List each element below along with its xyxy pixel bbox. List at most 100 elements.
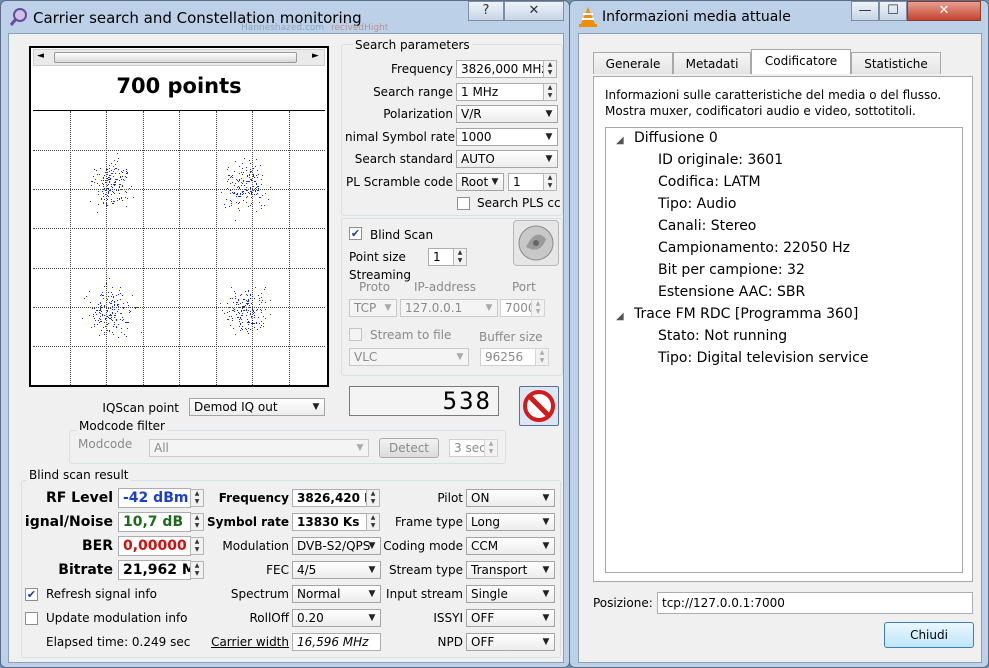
constellation-point (105, 190, 107, 192)
minimize-button[interactable]: — (851, 1, 879, 21)
media-close-button[interactable]: ✕ (907, 1, 981, 21)
search-range-spinner[interactable]: ▲ ▼ (543, 83, 557, 101)
constellation-point (110, 175, 112, 177)
update-modulation-checkbox[interactable] (25, 612, 38, 625)
search-pls-checkbox[interactable] (457, 197, 470, 210)
constellation-point (113, 192, 115, 194)
coding-mode-select[interactable]: CCM ▼ (466, 537, 555, 555)
stream-to-file-checkbox[interactable] (349, 328, 362, 341)
constellation-point (247, 289, 249, 291)
coding-mode-label: Coding mode (383, 539, 463, 553)
help-button[interactable]: ? (468, 1, 504, 21)
constellation-point (246, 190, 248, 191)
frequency-input[interactable]: 3826,000 MHz (456, 60, 544, 78)
tree-stream1[interactable]: Trace FM RDC [Programma 360] (634, 306, 858, 322)
proto-select[interactable]: TCP ▼ (349, 299, 397, 317)
constellation-point (101, 199, 103, 201)
tab-generale[interactable]: Generale (593, 52, 673, 74)
constellation-point (104, 305, 106, 307)
pl-code-input[interactable]: 1 (508, 173, 544, 191)
chiudi-button[interactable]: Chiudi (884, 622, 974, 648)
tab-metadati[interactable]: Metadati (673, 52, 751, 74)
player-select[interactable]: VLC ▼ (349, 348, 469, 366)
constellation-point (119, 299, 121, 301)
bitrate-value: 21,962 M (118, 560, 191, 580)
search-range-input[interactable]: 1 MHz (456, 83, 544, 101)
modcode-select[interactable]: All ▼ (149, 439, 369, 457)
constellation-point (237, 202, 239, 204)
constellation-point (220, 191, 222, 193)
grid-line (33, 228, 325, 230)
tree-item: Bit per campione: 32 (658, 262, 805, 278)
buffer-size-spinner[interactable]: ▲ ▼ (535, 348, 549, 366)
stop-button[interactable] (519, 386, 559, 426)
pl-mode-select[interactable]: Root ▼ (456, 173, 504, 191)
search-standard-select[interactable]: AUTO ▼ (456, 150, 558, 168)
buffer-size-input[interactable]: 96256 (480, 348, 536, 366)
constellation-scrollbar[interactable]: ◄ ► (33, 49, 325, 66)
satellite-dish-icon[interactable] (513, 220, 559, 266)
detect-button[interactable]: Detect (379, 438, 439, 458)
constellation-point (106, 316, 108, 318)
constellation-point (250, 298, 252, 300)
fec-select[interactable]: 4/5 ▼ (292, 561, 381, 579)
symbol-rate-select[interactable]: 1000 ▼ (456, 128, 558, 146)
rolloff-value: 0.20 (297, 611, 324, 625)
stream-type-select[interactable]: Transport ▼ (466, 561, 555, 579)
chevron-down-icon: ▼ (368, 565, 376, 575)
detect-seconds-spinner[interactable]: ▲ ▼ (484, 439, 498, 457)
result-symbol-rate-spinner[interactable]: ▲ ▼ (366, 513, 380, 531)
point-size-input[interactable]: 1 (428, 248, 454, 266)
constellation-point (238, 202, 240, 204)
scroll-right-icon[interactable]: ► (312, 51, 319, 61)
modulation-select[interactable]: DVB-S2/QPS ▼ (292, 537, 381, 555)
blind-scan-checkbox[interactable]: ✔ (349, 227, 362, 240)
constellation-point (250, 172, 251, 174)
carrier-close-button[interactable]: ✕ (504, 1, 564, 21)
modcode-label: Modcode (78, 437, 133, 451)
constellation-point (116, 199, 118, 201)
issyi-select[interactable]: OFF ▼ (466, 609, 555, 627)
pl-code-spinner[interactable]: ▲ ▼ (543, 173, 557, 191)
polarization-select[interactable]: V/R ▼ (456, 105, 558, 123)
scroll-left-icon[interactable]: ◄ (37, 51, 44, 61)
vlc-cone-icon (579, 7, 597, 27)
scroll-thumb[interactable] (54, 52, 297, 63)
pilot-select[interactable]: ON ▼ (466, 489, 555, 507)
expand-triangle-icon[interactable]: ◢ (616, 311, 624, 322)
constellation-point (234, 185, 235, 187)
ip-select[interactable]: 127.0.0.1 ▼ (400, 299, 498, 317)
constellation-point (245, 186, 247, 188)
iqscan-select[interactable]: Demod IQ out ▼ (189, 398, 325, 416)
frequency-spinner[interactable]: ▲ ▼ (543, 60, 557, 78)
constellation-point (117, 158, 119, 160)
spectrum-select[interactable]: Normal ▼ (292, 585, 381, 603)
tab-codificatore[interactable]: Codificatore (751, 49, 851, 74)
constellation-point (242, 326, 244, 328)
maximize-button[interactable]: ☐ (879, 1, 907, 21)
constellation-point (105, 181, 107, 183)
detect-seconds-input[interactable]: 3 sec (449, 439, 485, 457)
port-spinner[interactable]: ▲ ▼ (531, 299, 545, 317)
constellation-point (254, 315, 256, 317)
constellation-point (245, 192, 247, 194)
constellation-point (105, 172, 107, 174)
port-input[interactable]: 7000 (500, 299, 532, 317)
npd-select[interactable]: OFF ▼ (466, 633, 555, 651)
tree-stream0[interactable]: Diffusione 0 (634, 130, 718, 146)
constellation-point (98, 317, 100, 319)
input-stream-select[interactable]: Single ▼ (466, 585, 555, 603)
result-frequency-spinner[interactable]: ▲ ▼ (366, 489, 380, 507)
constellation-point (113, 203, 115, 205)
constellation-point (242, 168, 244, 170)
tab-statistiche[interactable]: Statistiche (851, 52, 941, 74)
constellation-point (238, 208, 240, 210)
expand-triangle-icon[interactable]: ◢ (616, 135, 624, 146)
refresh-signal-checkbox[interactable]: ✔ (25, 588, 38, 601)
rolloff-select[interactable]: 0.20 ▼ (292, 609, 381, 627)
position-input[interactable]: tcp://127.0.0.1:7000 (657, 592, 973, 614)
frame-type-select[interactable]: Long ▼ (466, 513, 555, 531)
point-size-spinner[interactable]: ▲ ▼ (453, 248, 467, 266)
constellation-point (261, 300, 263, 302)
media-window-title: Informazioni media attuale (602, 9, 791, 25)
